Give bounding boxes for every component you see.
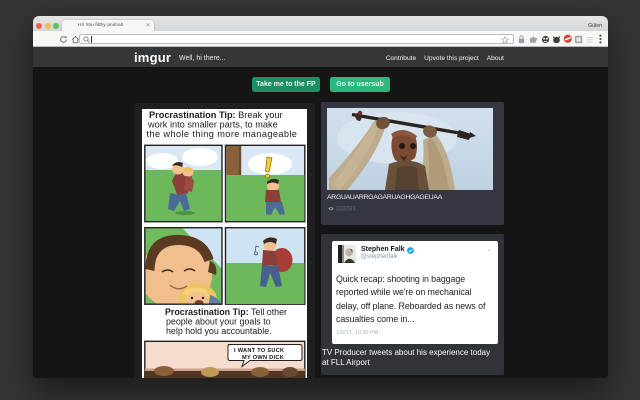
svg-text:the whole thing more manageabl: the whole thing more manageable bbox=[147, 129, 298, 139]
svg-text:help hold you accountable.: help hold you accountable. bbox=[166, 326, 272, 336]
svg-text:MY OWN DICK: MY OWN DICK bbox=[242, 355, 284, 361]
svg-text:I WANT TO SUCK: I WANT TO SUCK bbox=[234, 348, 284, 354]
